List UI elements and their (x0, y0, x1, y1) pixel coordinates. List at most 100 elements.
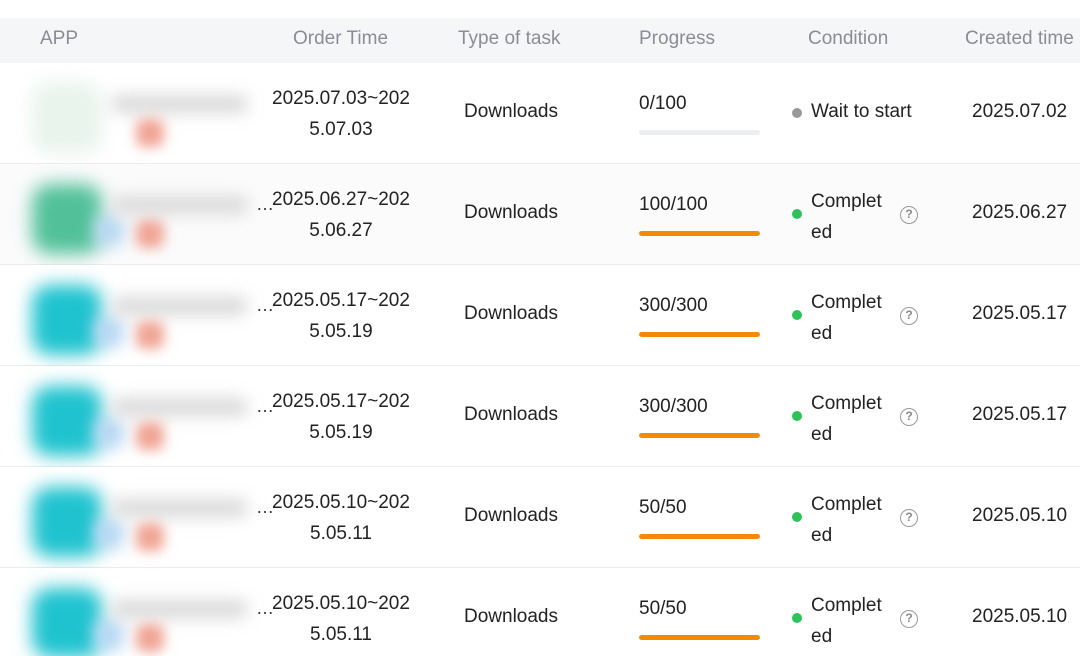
app-icon (32, 487, 102, 557)
progress-bar (639, 130, 760, 135)
app-name-blurred (112, 95, 247, 113)
help-icon[interactable]: ? (900, 408, 918, 426)
order-time-line-2: 5.07.03 (309, 119, 373, 140)
order-time-line-2: 5.05.19 (309, 422, 373, 443)
table-row[interactable]: … 2025.05.17~202 5.05.19 Downloads 300/3… (0, 366, 1080, 467)
created-time: 2025.06.27 (972, 202, 1068, 223)
status-dot (792, 512, 802, 522)
order-time: 2025.05.10~202 5.05.11 (265, 588, 417, 650)
order-time-line-2: 5.06.27 (309, 220, 373, 241)
status-dot (792, 613, 802, 623)
app-thumbnail-blurred[interactable] (32, 83, 257, 153)
order-time-line-1: 2025.05.17~202 (272, 391, 410, 412)
app-name-blurred (112, 297, 247, 315)
order-time-line-2: 5.05.11 (310, 523, 372, 544)
help-icon[interactable]: ? (900, 307, 918, 325)
app-icon-accent (94, 620, 124, 650)
app-badge (136, 624, 164, 652)
app-icon-accent (94, 519, 124, 549)
app-name-blurred (112, 499, 247, 517)
created-time: 2025.05.10 (972, 606, 1068, 627)
app-badge (136, 220, 164, 248)
status-dot (792, 209, 802, 219)
status-text: Wait to start (811, 101, 912, 122)
order-time-line-1: 2025.07.03~202 (272, 88, 410, 109)
app-icon (32, 184, 102, 254)
table-row[interactable]: 2025.07.03~202 5.07.03 Downloads 0/100 W… (0, 63, 1080, 164)
order-time-line-1: 2025.05.17~202 (272, 290, 410, 311)
status-text: Completed (811, 292, 882, 344)
help-icon[interactable]: ? (900, 206, 918, 224)
table-row[interactable]: … 2025.06.27~202 5.06.27 Downloads 100/1… (0, 164, 1080, 265)
progress-label: 300/300 (639, 295, 708, 316)
created-time: 2025.05.10 (972, 505, 1068, 526)
app-badge (136, 119, 164, 147)
column-header-condition[interactable]: Condition (808, 28, 888, 50)
app-thumbnail-blurred[interactable] (32, 588, 257, 656)
table-header: APP Order Time Type of task Progress Con… (0, 18, 1080, 63)
app-thumbnail-blurred[interactable] (32, 487, 257, 557)
created-time: 2025.05.17 (972, 303, 1068, 324)
task-table: APP Order Time Type of task Progress Con… (0, 0, 1080, 656)
task-type: Downloads (464, 202, 558, 223)
app-badge (136, 321, 164, 349)
task-type: Downloads (464, 101, 558, 122)
help-icon[interactable]: ? (900, 509, 918, 527)
table-row[interactable]: … 2025.05.10~202 5.05.11 Downloads 50/50… (0, 467, 1080, 568)
status-dot (792, 411, 802, 421)
column-header-order-time[interactable]: Order Time (293, 28, 388, 50)
help-icon[interactable]: ? (900, 610, 918, 628)
progress-bar-fill (639, 332, 760, 337)
app-name-blurred (112, 196, 247, 214)
status-text: Completed (811, 191, 882, 243)
created-time: 2025.07.02 (972, 101, 1068, 122)
progress-bar (639, 635, 760, 640)
app-icon (32, 588, 102, 656)
column-header-progress[interactable]: Progress (639, 28, 715, 50)
progress-bar (639, 332, 760, 337)
app-icon (32, 285, 102, 355)
table-row[interactable]: … 2025.05.17~202 5.05.19 Downloads 300/3… (0, 265, 1080, 366)
progress-label: 0/100 (639, 93, 687, 114)
order-time-line-1: 2025.06.27~202 (272, 189, 410, 210)
order-time: 2025.06.27~202 5.06.27 (265, 184, 417, 246)
column-header-created-time[interactable]: Created time (965, 28, 1074, 50)
order-time-line-1: 2025.05.10~202 (272, 593, 410, 614)
app-icon (32, 83, 102, 153)
app-thumbnail-blurred[interactable] (32, 285, 257, 355)
app-badge (136, 523, 164, 551)
task-type: Downloads (464, 303, 558, 324)
task-type: Downloads (464, 505, 558, 526)
order-time: 2025.07.03~202 5.07.03 (265, 83, 417, 145)
app-name-blurred (112, 600, 247, 618)
progress-bar-fill (639, 635, 760, 640)
status-text: Completed (811, 595, 882, 647)
order-time-line-2: 5.05.19 (309, 321, 373, 342)
order-time: 2025.05.17~202 5.05.19 (265, 285, 417, 347)
column-header-type[interactable]: Type of task (458, 28, 560, 50)
order-time: 2025.05.17~202 5.05.19 (265, 386, 417, 448)
app-icon-accent (94, 317, 124, 347)
created-time: 2025.05.17 (972, 404, 1068, 425)
app-thumbnail-blurred[interactable] (32, 386, 257, 456)
app-icon-accent (94, 216, 124, 246)
progress-bar (639, 433, 760, 438)
progress-bar (639, 534, 760, 539)
status-text: Completed (811, 393, 882, 445)
column-header-app[interactable]: APP (40, 28, 78, 50)
progress-bar-fill (639, 231, 760, 236)
progress-bar-fill (639, 534, 760, 539)
app-name-blurred (112, 398, 247, 416)
status-text: Completed (811, 494, 882, 546)
order-time-line-2: 5.05.11 (310, 624, 372, 645)
progress-bar-fill (639, 433, 760, 438)
progress-bar (639, 231, 760, 236)
app-icon (32, 386, 102, 456)
table-row[interactable]: … 2025.05.10~202 5.05.11 Downloads 50/50… (0, 568, 1080, 656)
app-thumbnail-blurred[interactable] (32, 184, 257, 254)
status-dot (792, 108, 802, 118)
order-time: 2025.05.10~202 5.05.11 (265, 487, 417, 549)
progress-label: 300/300 (639, 396, 708, 417)
task-type: Downloads (464, 404, 558, 425)
progress-label: 50/50 (639, 598, 687, 619)
